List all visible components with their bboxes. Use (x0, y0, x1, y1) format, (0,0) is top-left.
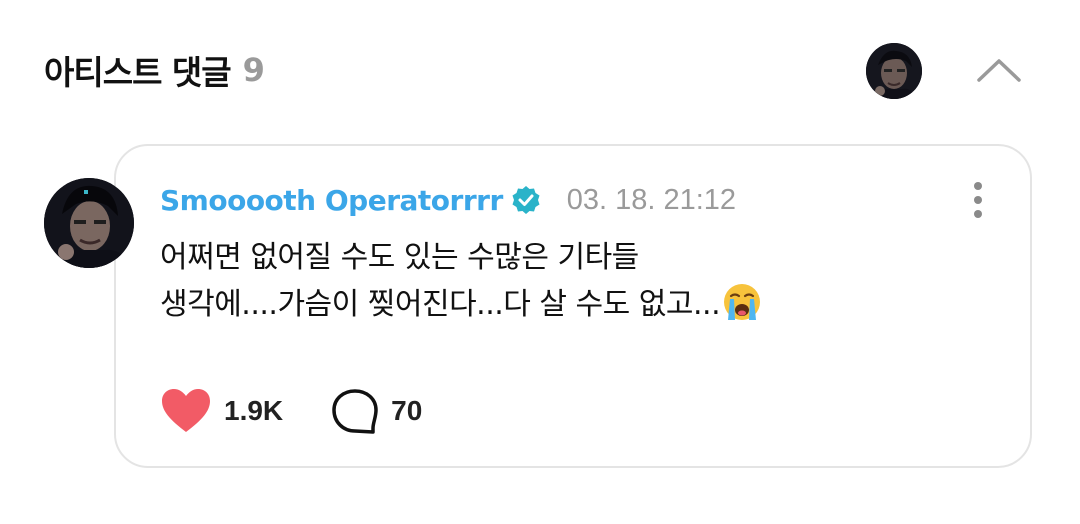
comment-text-line-2-content: 생각에....가슴이 찢어진다...다 살 수도 없고... (160, 287, 721, 322)
comment-count: 9 (242, 51, 265, 89)
comment-text-line-2: 생각에....가슴이 찢어진다...다 살 수도 없고... (160, 281, 980, 328)
verified-badge-icon (511, 185, 541, 215)
artist-avatar[interactable] (866, 43, 922, 99)
more-vertical-icon (974, 182, 982, 218)
author-avatar-image (44, 178, 134, 268)
author-name[interactable]: Smooooth Operatorrrr (160, 184, 503, 217)
comment-text-line-1: 어쩌면 없어질 수도 있는 수많은 기타들 (160, 240, 639, 275)
comment-actions: 1.9K 70 (160, 386, 422, 436)
like-count: 1.9K (224, 395, 284, 426)
artist-comments-section: 아티스트 댓글 9 Smooooth Operatorrrr 03. 18. 2… (0, 0, 1080, 524)
collapse-button[interactable] (972, 50, 1026, 90)
reply-count: 70 (391, 395, 423, 426)
comment-text: 어쩌면 없어질 수도 있는 수많은 기타들 생각에....가슴이 찢어진다...… (160, 234, 980, 328)
reply-button[interactable]: 70 (331, 388, 422, 434)
speech-bubble-icon (332, 389, 378, 434)
heart-icon (162, 389, 210, 432)
section-title: 아티스트 댓글 (44, 53, 232, 92)
author-avatar[interactable] (44, 178, 134, 268)
like-button[interactable]: 1.9K (160, 388, 283, 434)
chevron-up-icon (977, 59, 1021, 82)
section-header: 아티스트 댓글 9 (44, 40, 265, 100)
artist-avatar-image (866, 43, 922, 99)
comment-meta: Smooooth Operatorrrr 03. 18. 21:12 (160, 180, 736, 220)
more-options-button[interactable] (960, 180, 996, 220)
crying-face-emoji-icon (724, 284, 761, 320)
comment-timestamp: 03. 18. 21:12 (566, 183, 737, 216)
